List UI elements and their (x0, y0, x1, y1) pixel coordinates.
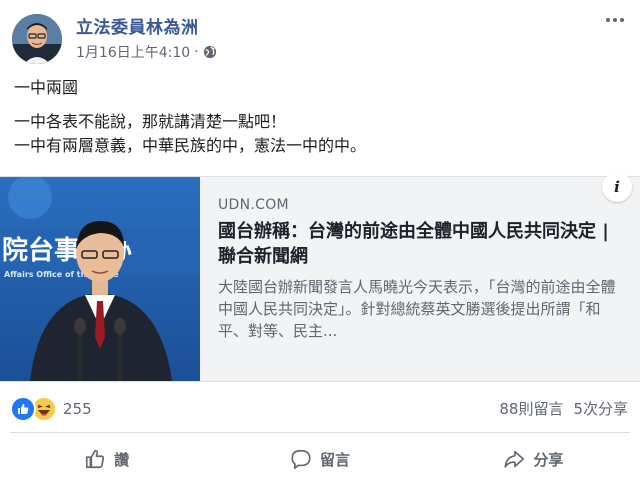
globe-icon[interactable] (203, 45, 217, 59)
share-button[interactable]: 分享 (427, 440, 640, 478)
thumbnail-image: 院台事务办 Affairs Office of the State (0, 177, 200, 381)
post-text-line: 一中有兩層意義，中華民族的中，憲法一中的中。 (14, 136, 367, 155)
more-options-button[interactable] (600, 10, 630, 30)
link-headline[interactable]: 國台辦稱：台灣的前途由全體中國人民共同決定 | 聯合新聞網 (218, 219, 618, 269)
more-dot-icon (613, 18, 617, 22)
share-label: 分享 (533, 450, 564, 469)
link-description: 大陸國台辦新聞發言人馬曉光今天表示，「台灣的前途由全體中國人民共同決定」。針對總… (218, 278, 616, 340)
like-label: 讚 (114, 450, 130, 469)
comments-count-link[interactable]: 88則留言 (499, 398, 563, 419)
divider (10, 432, 630, 433)
comment-icon (291, 449, 311, 469)
post-timestamp[interactable]: 1月16日上午4:10 (76, 42, 190, 62)
info-icon[interactable]: i (602, 172, 632, 202)
link-domain: UDN.COM (218, 197, 289, 213)
page-name-link[interactable]: 立法委員林為洲 (76, 13, 199, 38)
facebook-post: 立法委員林為洲 1月16日上午4:10 · 一中兩國 一中各表不能說，那就講清楚… (0, 0, 640, 486)
comment-button[interactable]: 留言 (213, 440, 426, 478)
post-text-line: 一中各表不能說，那就講清楚一點吧！ (14, 112, 287, 131)
post-body: 一中兩國 一中各表不能說，那就講清楚一點吧！ 一中有兩層意義，中華民族的中，憲法… (14, 76, 366, 158)
shares-count-link[interactable]: 5次分享 (573, 398, 628, 419)
more-dot-icon (606, 18, 610, 22)
engagement-counts: 88則留言 5次分享 (499, 398, 628, 419)
avatar[interactable] (12, 14, 62, 64)
post-meta: 1月16日上午4:10 · (76, 42, 217, 62)
more-dot-icon (620, 18, 624, 22)
link-preview-card[interactable]: 院台事务办 Affairs Office of the State UDN.CO… (0, 176, 640, 382)
thumbs-up-icon (86, 449, 105, 469)
avatar-image (12, 14, 62, 64)
reactions-summary[interactable]: 255 (10, 396, 92, 422)
post-text-line: 一中兩國 (14, 78, 79, 97)
link-thumbnail[interactable]: 院台事务办 Affairs Office of the State (0, 177, 200, 381)
share-arrow-icon (504, 450, 525, 468)
like-button[interactable]: 讚 (0, 440, 213, 478)
reaction-count: 255 (63, 400, 92, 418)
link-info[interactable]: UDN.COM 國台辦稱：台灣的前途由全體中國人民共同決定 | 聯合新聞網 大陸… (218, 197, 618, 342)
like-reaction-icon (10, 396, 36, 422)
comment-label: 留言 (319, 450, 350, 469)
meta-separator: · (194, 44, 199, 60)
action-bar: 讚 留言 分享 (0, 440, 640, 478)
